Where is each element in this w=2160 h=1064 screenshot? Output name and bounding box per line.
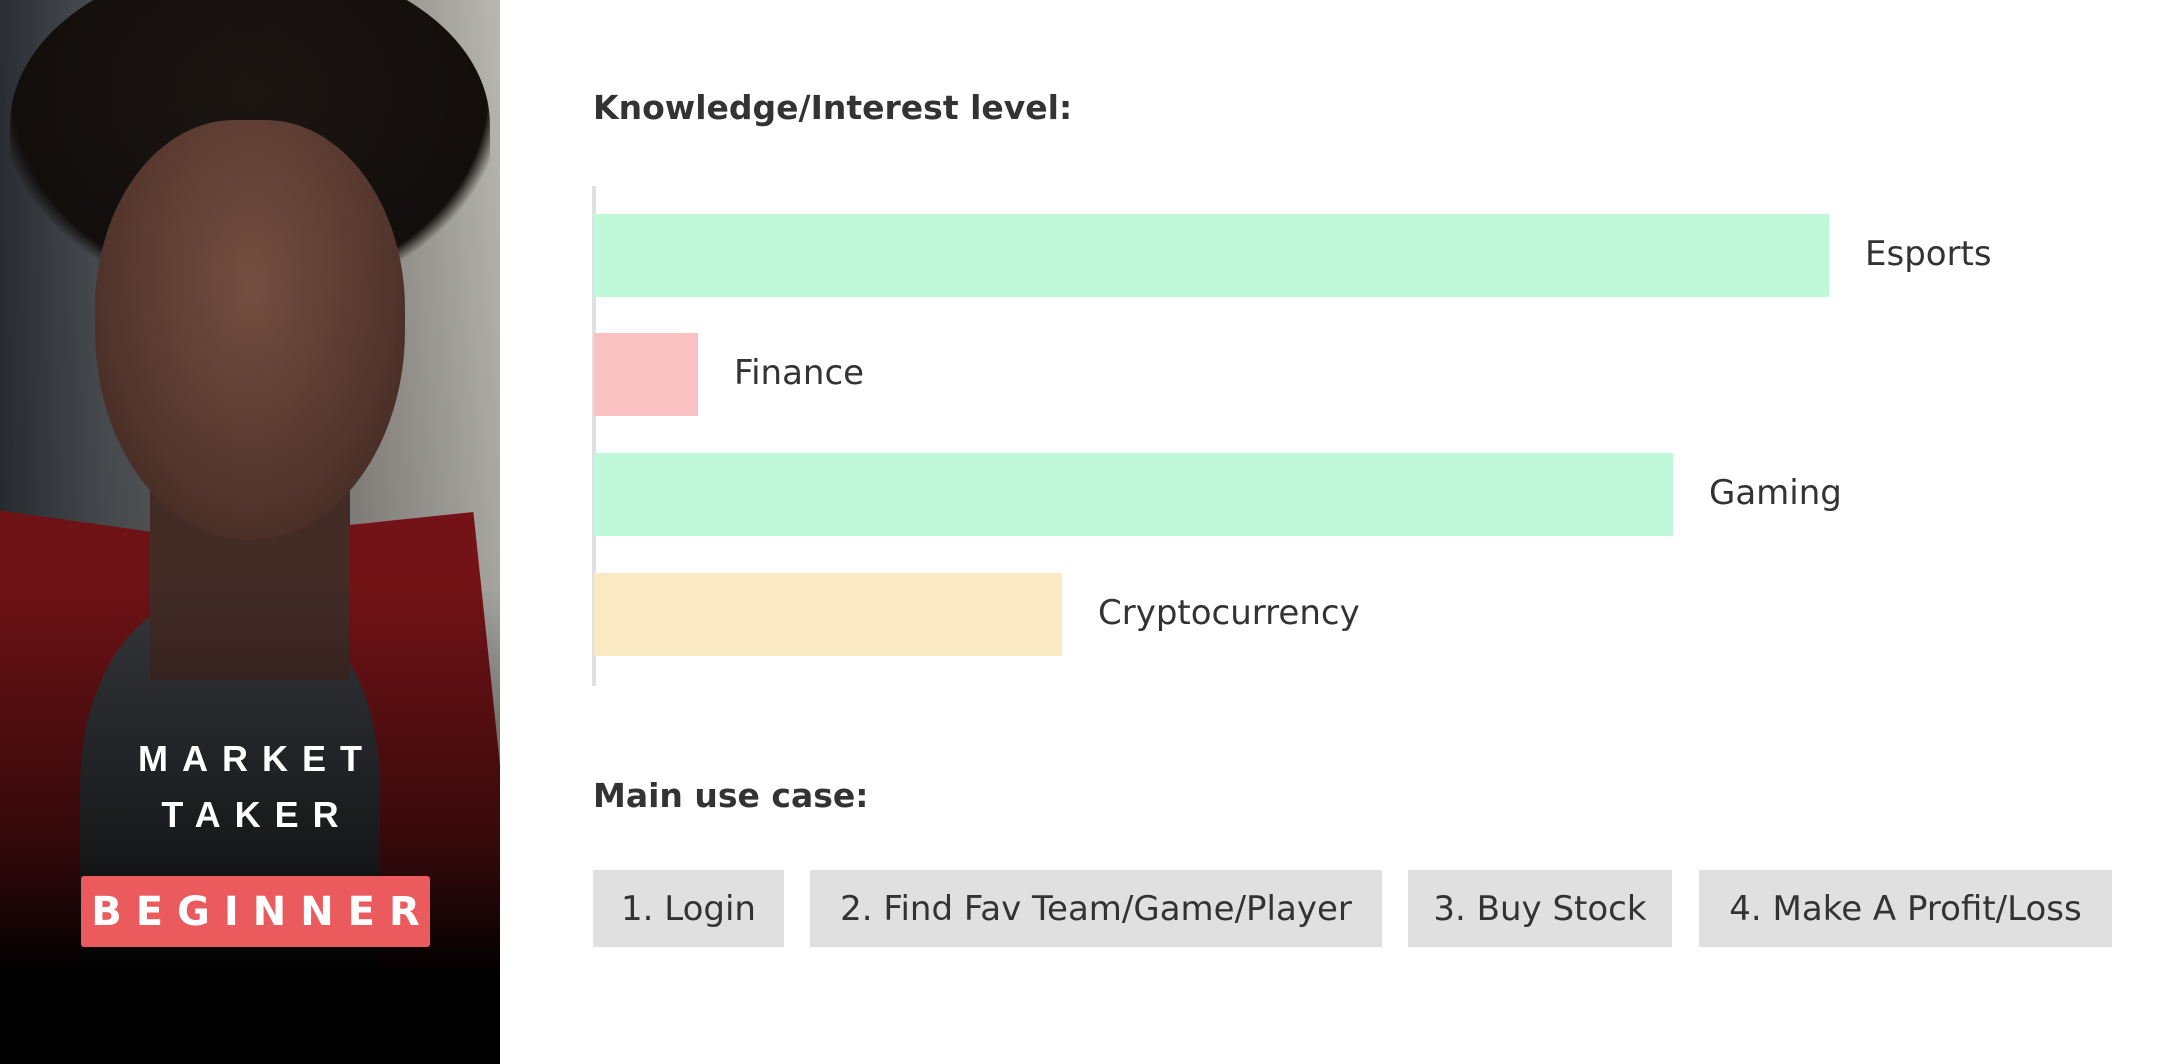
- use-case-login[interactable]: 1. Login: [593, 870, 784, 947]
- bar-label: Esports: [1865, 234, 1992, 274]
- persona-title-line2: TAKER: [161, 794, 353, 835]
- bar-label: Finance: [734, 353, 865, 393]
- bar-label: Gaming: [1709, 473, 1842, 513]
- bar-gaming: [594, 453, 1673, 536]
- knowledge-heading: Knowledge/Interest level:: [593, 88, 1073, 127]
- use-case-find-fav[interactable]: 2. Find Fav Team/Game/Player: [810, 870, 1382, 947]
- use-case-heading: Main use case:: [593, 776, 869, 815]
- level-badge: BEGINNER: [81, 876, 430, 947]
- persona-title-line1: MARKET: [138, 738, 376, 779]
- persona-photo: MARKET TAKER BEGINNER: [0, 0, 500, 1064]
- bar-finance: [594, 333, 698, 416]
- use-case-buy-stock[interactable]: 3. Buy Stock: [1408, 870, 1672, 947]
- bar-esports: [594, 214, 1829, 297]
- bar-label: Cryptocurrency: [1098, 593, 1360, 633]
- use-case-profit-loss[interactable]: 4. Make A Profit/Loss: [1699, 870, 2112, 947]
- bar-cryptocurrency: [594, 573, 1062, 656]
